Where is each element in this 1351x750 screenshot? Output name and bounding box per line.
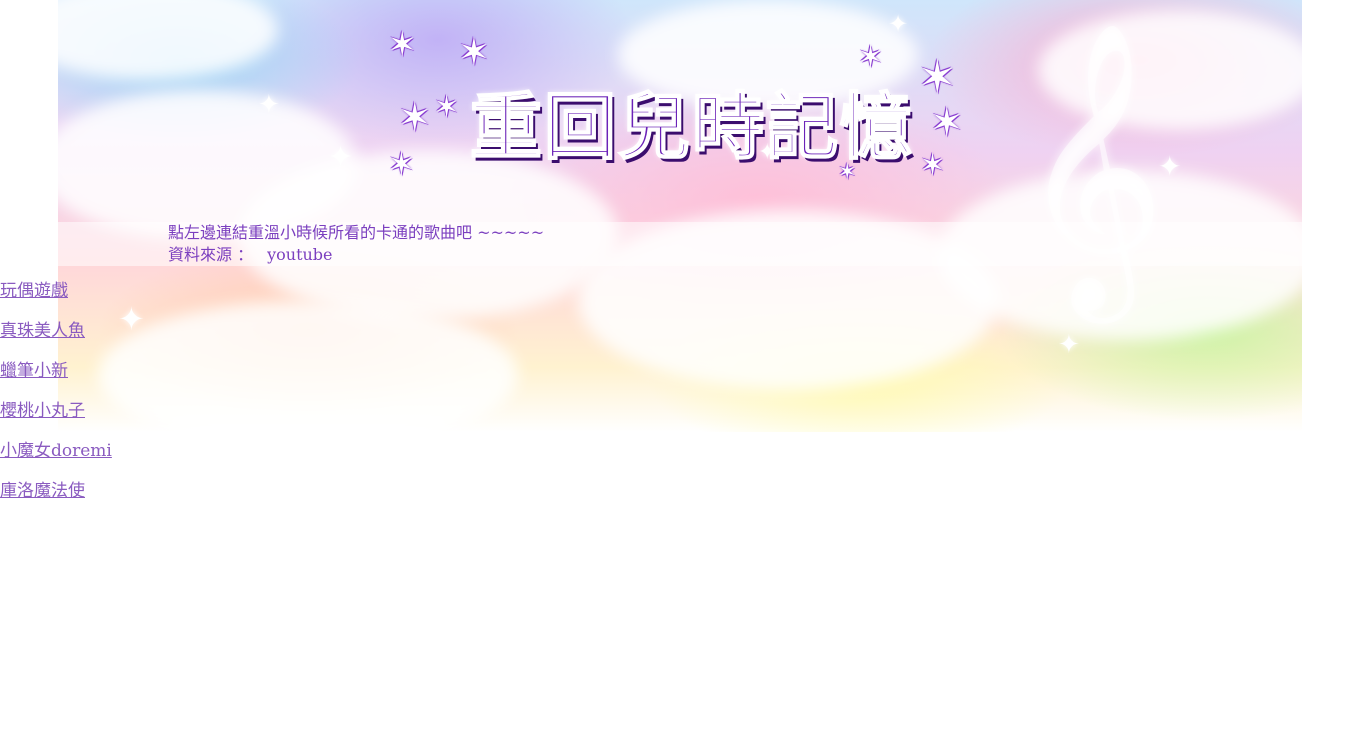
star-cluster-icon: ✶ (398, 95, 432, 141)
page-title: 重回兒時記憶 (469, 84, 915, 170)
source-value: youtube (267, 245, 333, 264)
nav-link-doremi[interactable]: 小魔女doremi (0, 440, 112, 480)
cartoon-link-list: 玩偶遊戲 真珠美人魚 蠟筆小新 櫻桃小丸子 小魔女doremi 庫洛魔法使 (0, 280, 112, 520)
star-cluster-icon: ✶ (434, 90, 460, 125)
star-cluster-icon: ✶ (918, 50, 957, 104)
nav-link-cardcaptor[interactable]: 庫洛魔法使 (0, 480, 112, 520)
star-cluster-icon: ✶ (388, 145, 415, 183)
sparkle-icon: ✦ (1158, 150, 1182, 183)
sparkle-icon: ✦ (1058, 330, 1080, 360)
source-line: 資料來源 ： youtube (168, 244, 544, 266)
star-cluster-icon: ✶ (930, 100, 964, 146)
sparkle-icon: ✦ (888, 10, 909, 38)
nav-link-crayon-shinchan[interactable]: 蠟筆小新 (0, 360, 112, 400)
header-banner: 𝄞 ✦ ✦ ✦ ✦ ✦ ✦ ✦ ✶ ✶ ✶ ✶ ✶ ✶ ✶ ✶ ✶ ✶ 重回兒時… (58, 0, 1302, 432)
sparkle-icon: ✦ (258, 90, 280, 120)
sparkle-icon: ✦ (118, 300, 145, 338)
nav-link-pearl-mermaid[interactable]: 真珠美人魚 (0, 320, 112, 360)
info-text: 點左邊連結重溫小時候所看的卡通的歌曲吧 ~~~~~ 資料來源 ： youtube (168, 222, 544, 266)
nav-link-chibi-maruko[interactable]: 櫻桃小丸子 (0, 400, 112, 440)
nav-link-doll-game[interactable]: 玩偶遊戲 (0, 280, 112, 320)
intro-text: 點左邊連結重溫小時候所看的卡通的歌曲吧 ~~~~~ (168, 223, 545, 242)
source-label: 資料來源 ： (168, 245, 254, 264)
sparkle-icon: ✦ (328, 140, 354, 175)
star-cluster-icon: ✶ (920, 148, 946, 183)
star-cluster-icon: ✶ (388, 25, 417, 65)
